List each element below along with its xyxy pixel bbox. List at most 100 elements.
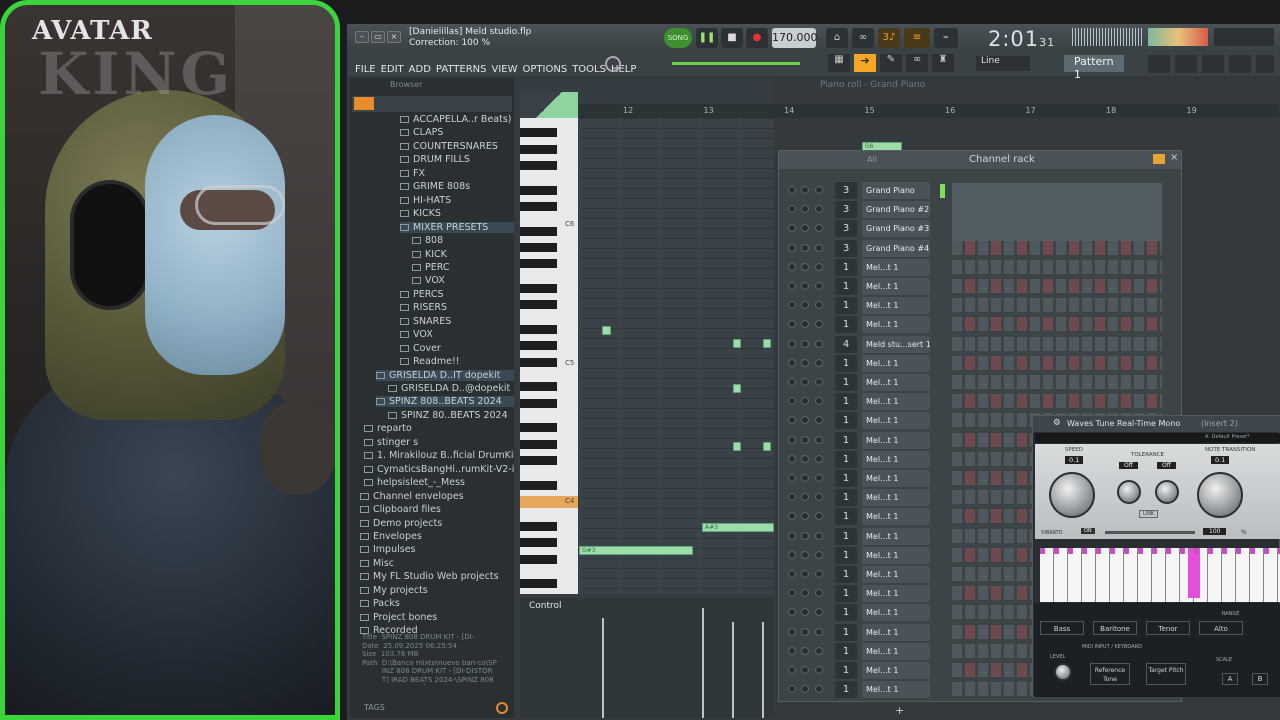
channel-led[interactable] — [815, 205, 823, 214]
channel-led[interactable] — [801, 512, 809, 521]
channel-name-button[interactable]: Grand Piano #2 — [862, 201, 930, 219]
channel-led[interactable] — [801, 416, 809, 425]
channel-led[interactable] — [815, 186, 823, 194]
step-sequencer[interactable] — [952, 375, 1162, 389]
channel-name-button[interactable]: Mel...t 1 — [862, 278, 930, 295]
step-sequencer[interactable] — [952, 279, 1162, 293]
note[interactable] — [733, 339, 741, 348]
channel-led[interactable] — [815, 224, 823, 233]
black-key[interactable] — [520, 128, 557, 138]
menu-item[interactable]: PATTERNS — [436, 64, 487, 75]
channel-led[interactable] — [788, 589, 796, 598]
browser-item[interactable]: Impulses — [360, 544, 416, 555]
browser-item[interactable]: reparto — [364, 423, 412, 434]
mixer-track-number[interactable]: 1 — [835, 278, 857, 295]
step-sequencer[interactable] — [952, 317, 1162, 332]
black-key[interactable] — [520, 521, 557, 531]
mixer-track-number[interactable]: 1 — [835, 450, 857, 468]
channel-led[interactable] — [788, 301, 796, 310]
channel-led[interactable] — [801, 282, 809, 290]
channel-name-button[interactable]: Mel...t 1 — [862, 623, 930, 641]
step-sequencer[interactable] — [952, 394, 1162, 409]
channel-led[interactable] — [815, 301, 823, 310]
mixer-track-number[interactable]: 3 — [835, 239, 857, 257]
note[interactable] — [733, 442, 741, 451]
range-button[interactable]: Bass — [1040, 621, 1084, 635]
channel-led[interactable] — [801, 205, 809, 214]
channel-led[interactable] — [815, 454, 823, 463]
channel-led[interactable] — [801, 301, 809, 310]
channel-led[interactable] — [815, 243, 823, 252]
channel-name-button[interactable]: Grand Piano — [862, 182, 930, 199]
step-sequencer[interactable] — [952, 240, 1162, 255]
draw-icon[interactable]: ✎ — [880, 54, 902, 72]
mixer-track-number[interactable]: 1 — [835, 470, 857, 487]
browser-item[interactable]: DRUM FILLS — [400, 154, 470, 165]
mixer-track-number[interactable]: 1 — [835, 489, 857, 507]
browser-item[interactable]: CymaticsBangHi..rumKit-V2-iBu — [364, 464, 514, 475]
search-icon[interactable] — [496, 702, 508, 714]
channel-led[interactable] — [801, 454, 809, 463]
velocity-bar[interactable] — [602, 618, 604, 718]
mixer-track-number[interactable]: 1 — [835, 412, 857, 430]
channel-led[interactable] — [815, 666, 823, 674]
mixer-track-number[interactable]: 1 — [835, 297, 857, 315]
transition-knob[interactable] — [1197, 472, 1243, 518]
channel-led[interactable] — [801, 243, 809, 252]
master-pitch-knob[interactable] — [605, 56, 621, 72]
channel-name-button[interactable]: Mel...t 1 — [862, 258, 930, 276]
channel-led[interactable] — [788, 186, 796, 194]
channel-name-button[interactable]: Grand Piano #4 — [862, 239, 930, 257]
browser-item[interactable]: KICKS — [400, 208, 441, 219]
channel-row[interactable]: 4 Meld stu...sert 1 — [782, 335, 1172, 354]
velocity-bar[interactable] — [732, 622, 734, 718]
countdown-icon[interactable]: 3♪ — [878, 28, 900, 48]
channel-led[interactable] — [788, 397, 796, 406]
channel-led[interactable] — [788, 282, 796, 290]
piano-roll-icon[interactable]: ▦ — [828, 54, 850, 72]
channel-name-button[interactable]: Mel...t 1 — [862, 374, 930, 391]
mixer-track-number[interactable]: 1 — [835, 527, 857, 545]
channel-led[interactable] — [815, 358, 823, 367]
channel-led[interactable] — [801, 570, 809, 578]
black-key[interactable] — [520, 382, 557, 392]
mixer-track-number[interactable]: 1 — [835, 662, 857, 679]
song-mode-toggle[interactable]: SONG — [664, 28, 692, 48]
target-pitch-button[interactable]: Target Pitch — [1146, 663, 1186, 685]
black-key[interactable] — [520, 185, 557, 195]
timeline-ruler[interactable]: 12 13 14 15 16 17 18 19 — [579, 104, 1279, 118]
channel-led[interactable] — [815, 685, 823, 694]
channel-led[interactable] — [801, 186, 809, 194]
channel-name-button[interactable]: Mel...t 1 — [862, 412, 930, 430]
menu-item[interactable]: OPTIONS — [523, 64, 568, 75]
channel-row[interactable]: 1 Mel...t 1 — [782, 373, 1172, 392]
channel-led[interactable] — [801, 262, 809, 271]
channel-name-button[interactable]: Meld stu...sert 1 — [862, 335, 930, 353]
vibrato-on-button[interactable]: ON — [1081, 528, 1095, 534]
mixer-track-number[interactable]: 1 — [835, 316, 857, 334]
velocity-bar[interactable] — [762, 622, 764, 718]
channel-led[interactable] — [788, 378, 796, 386]
channel-led[interactable] — [815, 627, 823, 636]
channel-led[interactable] — [788, 531, 796, 540]
menu-item[interactable]: ADD — [409, 64, 431, 75]
mixer-track-number[interactable]: 1 — [835, 258, 857, 276]
channel-led[interactable] — [788, 646, 796, 655]
black-key[interactable] — [520, 243, 557, 252]
step-sequencer[interactable] — [952, 336, 1162, 351]
black-key[interactable] — [520, 456, 557, 466]
channel-led[interactable] — [801, 666, 809, 674]
channel-led[interactable] — [788, 474, 796, 482]
black-key[interactable] — [520, 480, 557, 490]
browser-item[interactable]: SNARES — [400, 316, 451, 327]
browser-item[interactable]: VOX — [400, 329, 433, 340]
channel-name-button[interactable]: Mel...t 1 — [862, 566, 930, 583]
channel-led[interactable] — [815, 416, 823, 425]
channel-led[interactable] — [801, 550, 809, 559]
browser-item[interactable]: ACCAPELLA..r Beats) — [400, 114, 512, 125]
mixer-track-number[interactable]: 3 — [835, 182, 857, 199]
channel-led[interactable] — [788, 339, 796, 348]
channel-led[interactable] — [815, 570, 823, 578]
note-g#3[interactable]: G#3 — [579, 546, 693, 555]
black-key[interactable] — [520, 554, 557, 564]
